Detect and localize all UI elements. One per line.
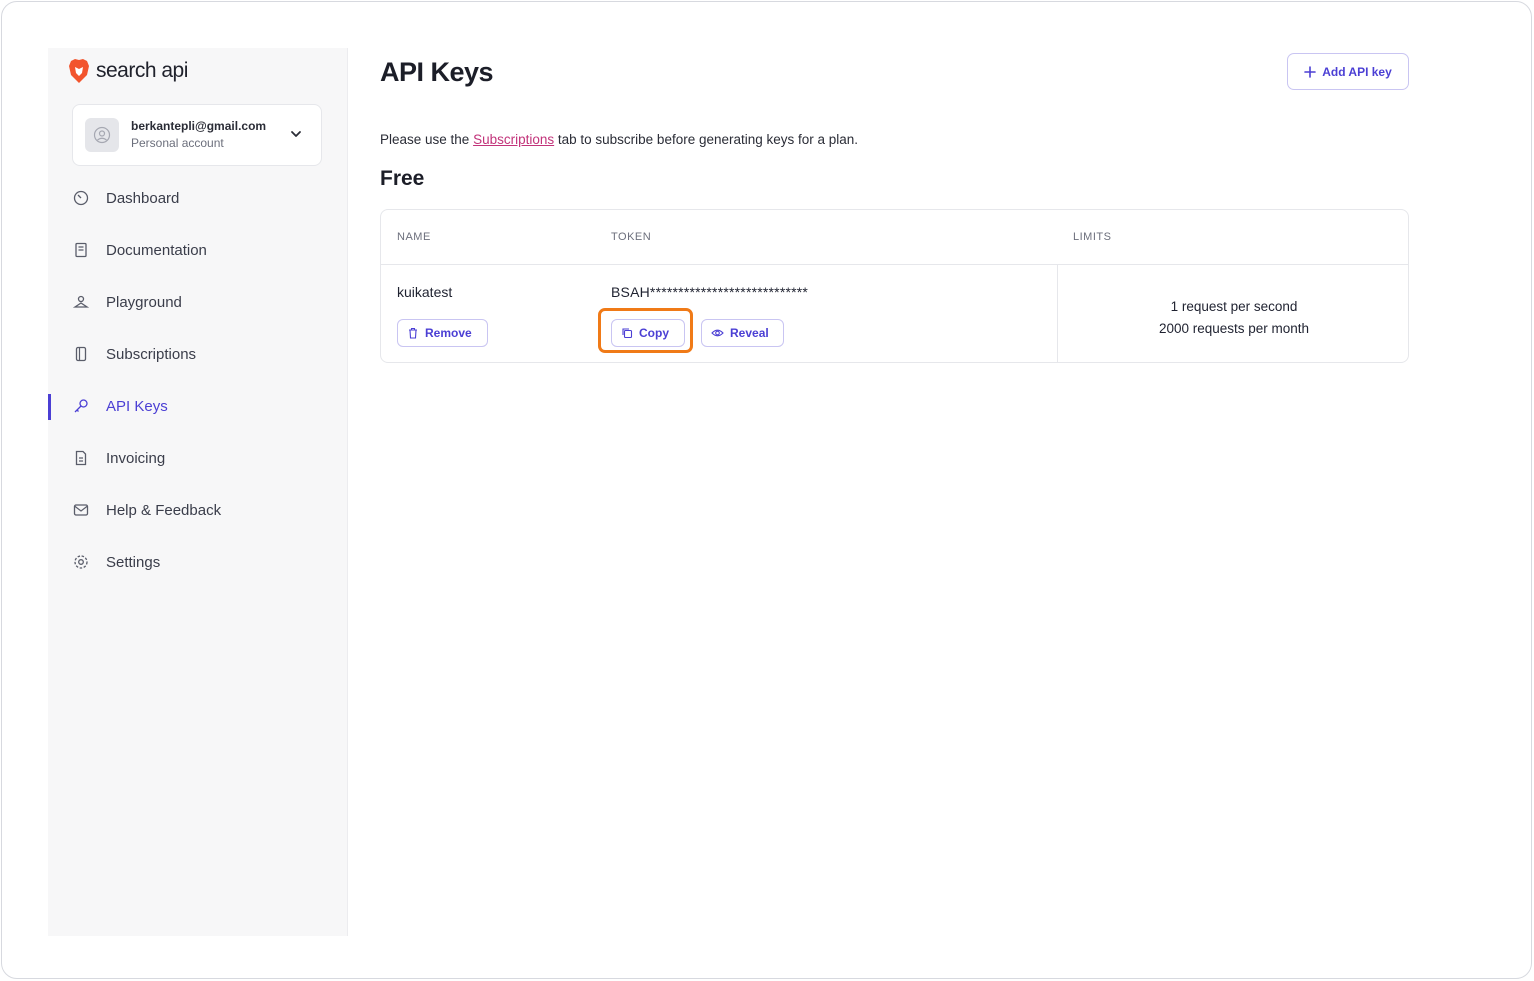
limits-per-month: 2000 requests per month	[1158, 321, 1310, 336]
sidebar-item-documentation[interactable]: Documentation	[48, 224, 348, 276]
copy-button[interactable]: Copy	[611, 319, 685, 347]
key-limits: 1 request per second 2000 requests per m…	[1058, 296, 1410, 340]
dashboard-icon	[72, 189, 90, 207]
key-name: kuikatest	[397, 284, 453, 300]
user-icon	[93, 126, 111, 144]
reveal-label: Reveal	[730, 326, 769, 340]
account-switcher[interactable]: berkantepli@gmail.com Personal account	[72, 104, 322, 166]
page-title: API Keys	[380, 57, 494, 87]
remove-button[interactable]: Remove	[397, 319, 488, 347]
copy-label: Copy	[639, 326, 669, 340]
gear-icon	[72, 553, 90, 571]
sidebar-nav: Dashboard Documentation Playground Subsc…	[48, 172, 348, 588]
book-icon	[72, 241, 90, 259]
remove-label: Remove	[425, 326, 472, 340]
sidebar-item-help-feedback[interactable]: Help & Feedback	[48, 484, 348, 536]
plan-section-title: Free	[380, 167, 425, 190]
key-icon	[72, 397, 90, 415]
sidebar-item-subscriptions[interactable]: Subscriptions	[48, 328, 348, 380]
sidebar-item-invoicing[interactable]: Invoicing	[48, 432, 348, 484]
api-keys-table: NAME TOKEN LIMITS kuikatest BSAH********…	[380, 209, 1409, 363]
subscription-notice: Please use the Subscriptions tab to subs…	[380, 132, 858, 147]
plus-icon	[1304, 65, 1317, 78]
sidebar-item-label: Documentation	[106, 241, 207, 259]
table-header: NAME TOKEN LIMITS	[381, 210, 1408, 265]
add-api-key-label: Add API key	[1322, 64, 1392, 79]
sidebar-item-label: Invoicing	[106, 449, 166, 467]
notice-text-after: tab to subscribe before generating keys …	[554, 132, 859, 147]
avatar	[85, 118, 119, 152]
brand-logo[interactable]: search api	[68, 58, 188, 84]
trash-icon	[409, 327, 417, 339]
sidebar-item-dashboard[interactable]: Dashboard	[48, 172, 348, 224]
limits-per-second: 1 request per second	[1170, 299, 1298, 314]
account-type: Personal account	[131, 136, 224, 150]
brand-name: search api	[96, 59, 188, 82]
sidebar-item-label: Playground	[106, 293, 182, 311]
reveal-button[interactable]: Reveal	[701, 319, 784, 347]
subscriptions-icon	[72, 345, 90, 363]
lion-logo-icon	[69, 59, 89, 83]
sidebar-item-playground[interactable]: Playground	[48, 276, 348, 328]
column-header-name: NAME	[397, 231, 431, 243]
playground-icon	[72, 293, 90, 311]
column-header-limits: LIMITS	[1073, 231, 1112, 243]
sidebar-item-label: Help & Feedback	[106, 501, 222, 519]
app-window: search api berkantepli@gmail.com Persona…	[1, 1, 1532, 979]
notice-text-before: Please use the	[380, 132, 474, 147]
add-api-key-button[interactable]: Add API key	[1287, 53, 1409, 90]
sidebar-item-label: Subscriptions	[106, 345, 197, 363]
invoice-icon	[72, 449, 90, 467]
key-token: BSAH****************************	[611, 284, 809, 300]
sidebar-item-label: API Keys	[106, 397, 168, 415]
account-email: berkantepli@gmail.com	[131, 119, 267, 133]
sidebar-item-api-keys[interactable]: API Keys	[48, 380, 348, 432]
eye-icon	[711, 329, 724, 337]
sidebar-item-label: Settings	[106, 553, 161, 571]
sidebar-item-settings[interactable]: Settings	[48, 536, 348, 588]
copy-icon	[622, 328, 633, 339]
sidebar-item-label: Dashboard	[106, 189, 180, 207]
chevron-down-icon[interactable]	[289, 127, 303, 141]
sidebar: search api berkantepli@gmail.com Persona…	[48, 48, 348, 936]
subscriptions-link[interactable]: Subscriptions	[473, 132, 554, 147]
column-header-token: TOKEN	[611, 231, 652, 243]
feedback-icon	[72, 501, 90, 519]
